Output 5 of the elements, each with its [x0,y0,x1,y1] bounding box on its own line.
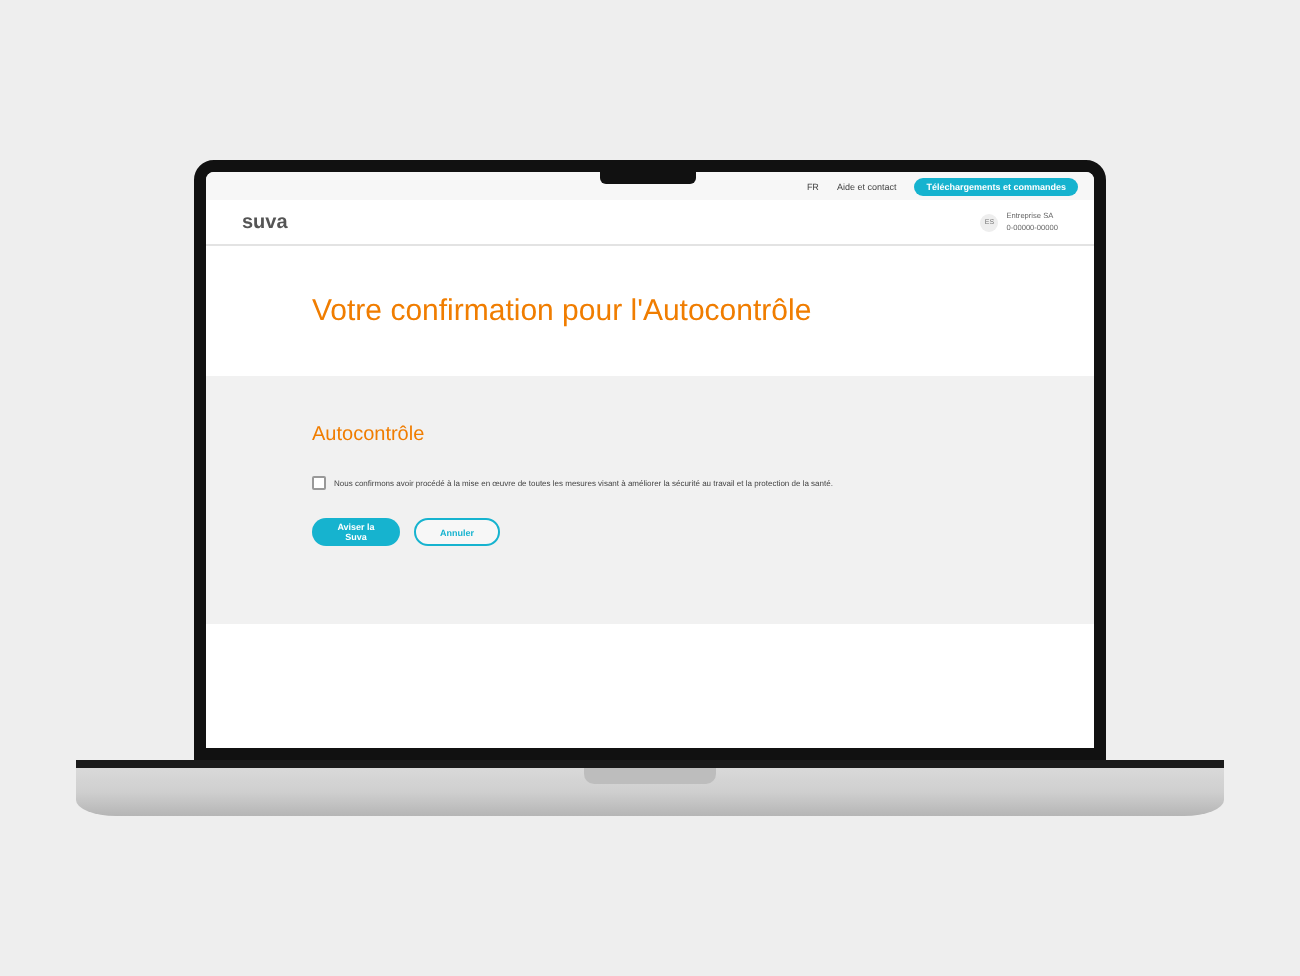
camera-notch [600,172,696,184]
checkbox[interactable] [312,476,326,490]
page-title: Votre confirmation pour l'Autocontrôle [312,294,812,328]
logo[interactable]: suva [242,211,288,233]
section-heading: Autocontrôle [312,424,427,446]
